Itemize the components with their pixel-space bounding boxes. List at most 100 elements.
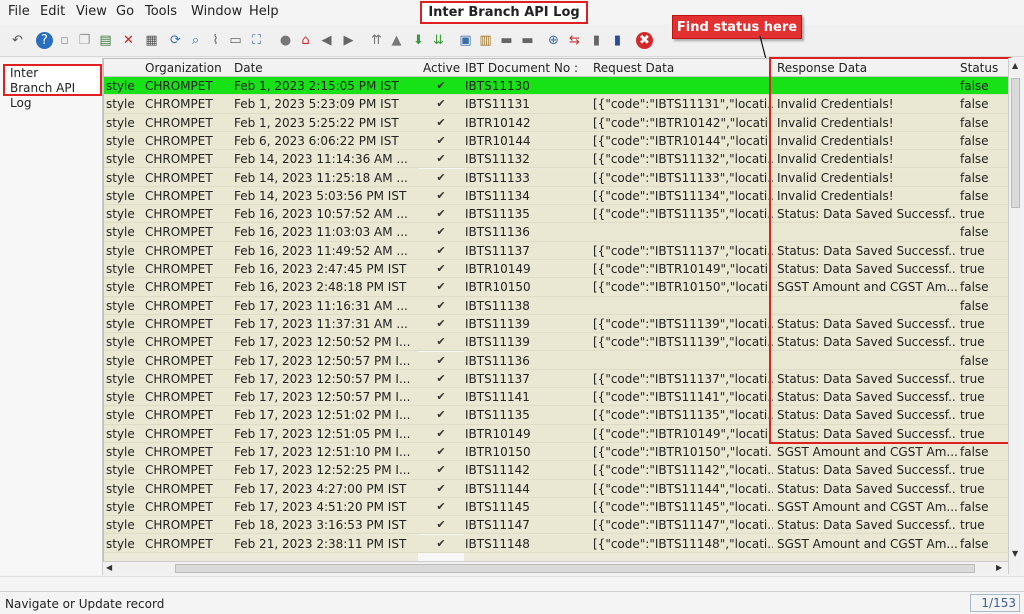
scroll-up-icon[interactable]: ▲ bbox=[1012, 61, 1018, 70]
next-icon[interactable]: ▶ bbox=[340, 32, 357, 49]
request-icon[interactable]: ⇆ bbox=[566, 32, 583, 49]
find-icon[interactable]: ⌕ bbox=[187, 32, 204, 49]
close-icon[interactable]: ✖ bbox=[636, 32, 653, 49]
table-row[interactable]: style CHROMPET Feb 17, 2023 4:27:00 PM IST… bbox=[104, 479, 1009, 498]
menu-file[interactable]: File bbox=[8, 4, 30, 19]
record-count[interactable]: 1/153 bbox=[970, 594, 1020, 612]
detail-icon[interactable]: ⬇ bbox=[410, 32, 427, 49]
save-icon[interactable]: ▤ bbox=[97, 32, 114, 49]
table-row[interactable]: style CHROMPET Feb 21, 2023 2:38:11 PM IST… bbox=[104, 534, 1009, 553]
archive-icon[interactable]: ▥ bbox=[477, 32, 494, 49]
active-checkbox[interactable]: ✔ bbox=[435, 98, 447, 110]
col-date[interactable]: Date bbox=[234, 61, 263, 75]
table-row[interactable]: style CHROMPET Feb 16, 2023 10:57:52 AM ..… bbox=[104, 205, 1009, 224]
chat-icon[interactable]: ▭ bbox=[227, 32, 244, 49]
table-row[interactable]: style CHROMPET Feb 14, 2023 5:03:56 PM IST… bbox=[104, 186, 1009, 206]
table-row[interactable]: style CHROMPET Feb 1, 2023 5:23:09 PM IST I… bbox=[104, 95, 1009, 114]
active-checkbox[interactable]: ✔ bbox=[435, 500, 447, 513]
data-grid[interactable]: Organization Date Active IBT Document No… bbox=[103, 58, 1021, 574]
active-checkbox[interactable]: ✔ bbox=[435, 281, 447, 293]
active-checkbox[interactable]: ✔ bbox=[435, 189, 447, 202]
col-request-data[interactable]: Request Data bbox=[593, 61, 674, 75]
active-checkbox[interactable]: ✔ bbox=[435, 354, 447, 367]
table-row[interactable]: style CHROMPET Feb 6, 2023 6:06:22 PM IST I… bbox=[104, 131, 1009, 151]
menu-tools[interactable]: Tools bbox=[145, 4, 177, 19]
menu-go[interactable]: Go bbox=[116, 4, 134, 19]
print-icon[interactable]: ▦ bbox=[143, 32, 160, 49]
scroll-left-icon[interactable]: ◀ bbox=[106, 563, 112, 572]
col-organization[interactable]: Organization bbox=[145, 61, 222, 75]
zoom-across-icon[interactable]: ⊕ bbox=[545, 32, 562, 49]
table-row[interactable]: style CHROMPET Feb 17, 2023 12:50:52 PM I.… bbox=[104, 333, 1009, 352]
active-checkbox[interactable]: ✔ bbox=[435, 336, 447, 348]
active-checkbox[interactable]: ✔ bbox=[435, 519, 447, 531]
table-row[interactable]: style CHROMPET Feb 16, 2023 2:47:45 PM IST… bbox=[104, 260, 1009, 279]
active-checkbox[interactable]: ✔ bbox=[435, 208, 447, 220]
col-ibt-document[interactable]: IBT Document No : bbox=[465, 61, 578, 75]
attach-icon[interactable]: ⌇ bbox=[207, 32, 224, 49]
active-checkbox[interactable]: ✔ bbox=[435, 116, 447, 129]
col-status[interactable]: Status bbox=[960, 61, 998, 75]
menu-help[interactable]: Help bbox=[249, 4, 279, 19]
active-checkbox[interactable]: ✔ bbox=[435, 372, 447, 385]
refresh-icon[interactable]: ⟳ bbox=[167, 32, 184, 49]
active-checkbox[interactable]: ✔ bbox=[435, 171, 447, 184]
active-checkbox[interactable]: ✔ bbox=[435, 244, 447, 257]
menu-view[interactable]: View bbox=[76, 4, 107, 19]
active-checkbox[interactable]: ✔ bbox=[435, 263, 447, 275]
active-checkbox[interactable]: ✔ bbox=[435, 427, 447, 440]
help-icon[interactable]: ? bbox=[36, 32, 53, 49]
last-icon[interactable]: ⇊ bbox=[430, 32, 447, 49]
active-checkbox[interactable]: ✔ bbox=[435, 317, 447, 330]
scroll-down-icon[interactable]: ▼ bbox=[1012, 549, 1018, 558]
zoom-icon[interactable]: ⛶ bbox=[248, 32, 265, 49]
table-row[interactable]: style CHROMPET Feb 17, 2023 12:50:57 PM I.… bbox=[104, 351, 1009, 370]
table-row[interactable]: style CHROMPET Feb 16, 2023 2:48:18 PM IST… bbox=[104, 278, 1009, 297]
active-checkbox[interactable]: ✔ bbox=[435, 446, 447, 458]
table-row[interactable]: style CHROMPET Feb 18, 2023 3:16:53 PM IST… bbox=[104, 516, 1009, 535]
menu-edit[interactable]: Edit bbox=[40, 4, 65, 19]
active-checkbox[interactable]: ✔ bbox=[435, 482, 447, 495]
export-icon[interactable]: ▬ bbox=[519, 32, 536, 49]
window-icon[interactable]: ▮ bbox=[609, 32, 626, 49]
tab-inter-branch-api-log[interactable]: Inter Branch API Log bbox=[3, 64, 102, 110]
table-row[interactable]: style CHROMPET Feb 16, 2023 11:03:03 AM ..… bbox=[104, 223, 1009, 242]
table-row[interactable]: style CHROMPET Feb 16, 2023 11:49:52 AM ..… bbox=[104, 241, 1009, 260]
report-icon[interactable]: ▣ bbox=[457, 32, 474, 49]
product-icon[interactable]: ▮ bbox=[588, 32, 605, 49]
table-row[interactable]: style CHROMPET Feb 17, 2023 12:51:10 PM I.… bbox=[104, 443, 1009, 462]
table-row[interactable]: style CHROMPET Feb 17, 2023 12:51:05 PM I.… bbox=[104, 424, 1009, 443]
table-row[interactable]: style CHROMPET Feb 17, 2023 12:51:02 PM I.… bbox=[104, 406, 1009, 425]
copy-icon[interactable]: ❐ bbox=[76, 32, 93, 49]
active-checkbox[interactable]: ✔ bbox=[435, 226, 447, 238]
active-checkbox[interactable]: ✔ bbox=[435, 409, 447, 421]
active-checkbox[interactable]: ✔ bbox=[435, 134, 447, 147]
table-row[interactable]: style CHROMPET Feb 14, 2023 11:25:18 AM ..… bbox=[104, 168, 1009, 187]
active-checkbox[interactable]: ✔ bbox=[435, 153, 447, 165]
table-row[interactable]: style CHROMPET Feb 1, 2023 2:15:05 PM IST I… bbox=[104, 77, 1009, 96]
table-row[interactable]: style CHROMPET Feb 17, 2023 11:16:31 AM ..… bbox=[104, 296, 1009, 315]
scroll-right-icon[interactable]: ▶ bbox=[996, 563, 1002, 572]
col-active[interactable]: Active bbox=[423, 61, 460, 75]
parent-icon[interactable]: ▲ bbox=[388, 32, 405, 49]
col-response-data[interactable]: Response Data bbox=[777, 61, 867, 75]
prev-icon[interactable]: ◀ bbox=[318, 32, 335, 49]
table-row[interactable]: style CHROMPET Feb 14, 2023 11:14:36 AM ..… bbox=[104, 150, 1009, 169]
horizontal-scroll-thumb[interactable] bbox=[175, 564, 975, 573]
table-row[interactable]: style CHROMPET Feb 17, 2023 4:51:20 PM IST… bbox=[104, 497, 1009, 517]
horizontal-scrollbar[interactable]: ◀ ▶ bbox=[103, 561, 1008, 574]
table-row[interactable]: style CHROMPET Feb 1, 2023 5:25:22 PM IST I… bbox=[104, 113, 1009, 132]
table-row[interactable]: style CHROMPET Feb 17, 2023 12:50:57 PM I.… bbox=[104, 388, 1009, 407]
active-checkbox[interactable]: ✔ bbox=[435, 537, 447, 550]
active-checkbox[interactable]: ✔ bbox=[435, 299, 447, 312]
home-icon[interactable]: ⌂ bbox=[297, 32, 314, 49]
menu-window[interactable]: Window bbox=[191, 4, 242, 19]
vertical-scrollbar[interactable]: ▲ ▼ bbox=[1008, 58, 1021, 574]
active-checkbox[interactable]: ✔ bbox=[435, 80, 447, 92]
table-row[interactable]: style CHROMPET Feb 17, 2023 12:50:57 PM I.… bbox=[104, 369, 1009, 389]
undo-icon[interactable]: ↶ bbox=[9, 32, 26, 49]
new-icon[interactable]: ▫ bbox=[56, 32, 73, 49]
history-icon[interactable]: ● bbox=[277, 32, 294, 49]
active-checkbox[interactable]: ✔ bbox=[435, 391, 447, 403]
first-icon[interactable]: ⇈ bbox=[368, 32, 385, 49]
